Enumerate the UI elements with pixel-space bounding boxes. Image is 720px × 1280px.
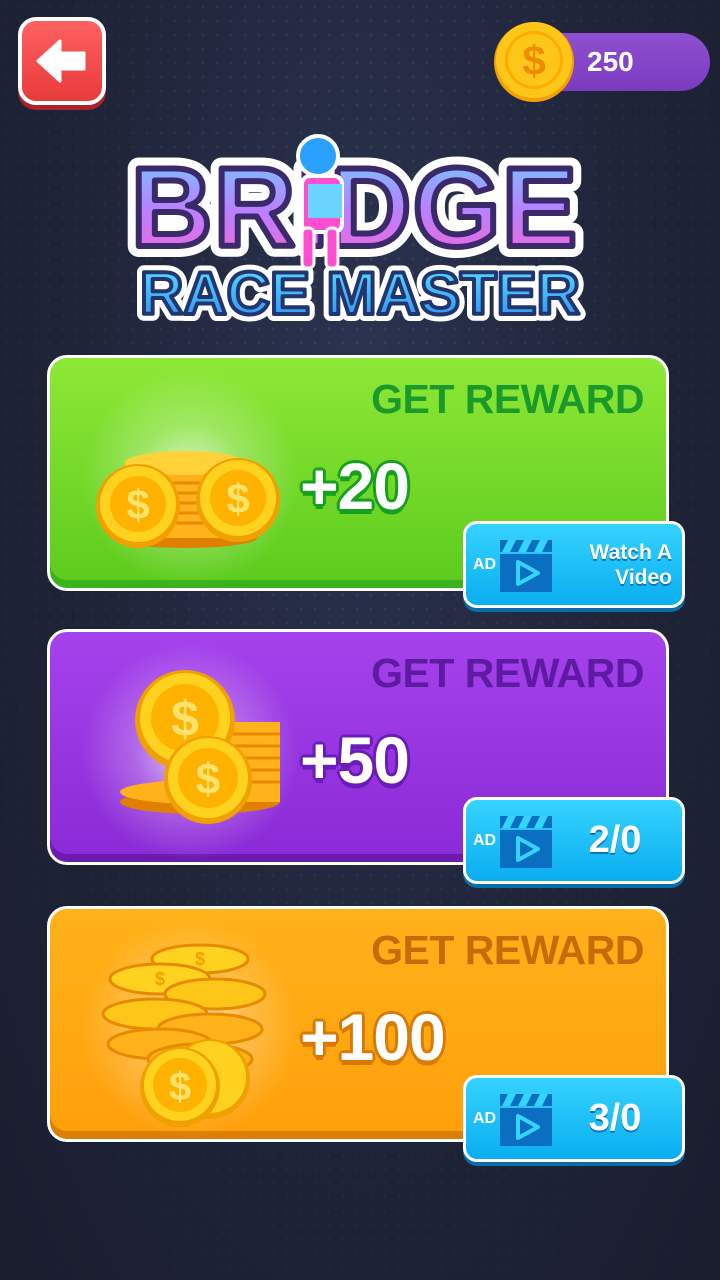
watch-video-label: Watch A Video bbox=[589, 540, 672, 589]
svg-text:RACE MASTER: RACE MASTER bbox=[140, 260, 580, 327]
svg-text:$: $ bbox=[196, 755, 220, 804]
reward-title: GET REWARD bbox=[371, 927, 644, 973]
ad-progress-button[interactable]: AD 3/0 bbox=[463, 1075, 685, 1162]
svg-text:$: $ bbox=[169, 1065, 191, 1109]
ad-progress-label: 2/0 bbox=[588, 819, 642, 861]
svg-text:$: $ bbox=[155, 969, 165, 989]
reward-amount: +20 bbox=[300, 449, 410, 523]
coin-stack-icon: $ $ bbox=[96, 451, 280, 548]
coin-stack-icon: $ $ $ bbox=[101, 943, 267, 1127]
ad-progress-button[interactable]: AD 2/0 bbox=[463, 797, 685, 884]
video-play-icon bbox=[500, 540, 552, 592]
video-play-icon bbox=[500, 816, 552, 868]
reward-title: GET REWARD bbox=[371, 376, 644, 422]
svg-text:$: $ bbox=[195, 949, 205, 969]
ad-tag: AD bbox=[473, 556, 497, 573]
back-button[interactable] bbox=[18, 17, 106, 105]
reward-amount: +50 bbox=[300, 723, 410, 797]
svg-text:$: $ bbox=[126, 481, 149, 528]
watch-video-button[interactable]: AD Watch A Video bbox=[463, 521, 685, 608]
coin-stack-icon: $ $ bbox=[120, 670, 280, 824]
svg-text:$: $ bbox=[522, 37, 545, 84]
game-logo: BRIDGE BRIDGE RACE MASTER RACE MASTER bbox=[120, 134, 588, 333]
video-play-icon bbox=[500, 1094, 552, 1146]
dollar-coin-icon: $ bbox=[494, 22, 574, 102]
svg-text:BRIDGE: BRIDGE bbox=[131, 145, 579, 270]
ad-tag: AD bbox=[473, 1110, 497, 1127]
coin-balance: 250 bbox=[587, 46, 634, 77]
ad-progress-label: 3/0 bbox=[588, 1097, 642, 1139]
arrow-left-icon bbox=[36, 39, 86, 83]
ad-tag: AD bbox=[473, 832, 497, 849]
reward-amount: +100 bbox=[300, 1000, 446, 1074]
svg-text:$: $ bbox=[226, 475, 249, 522]
reward-title: GET REWARD bbox=[371, 650, 644, 696]
